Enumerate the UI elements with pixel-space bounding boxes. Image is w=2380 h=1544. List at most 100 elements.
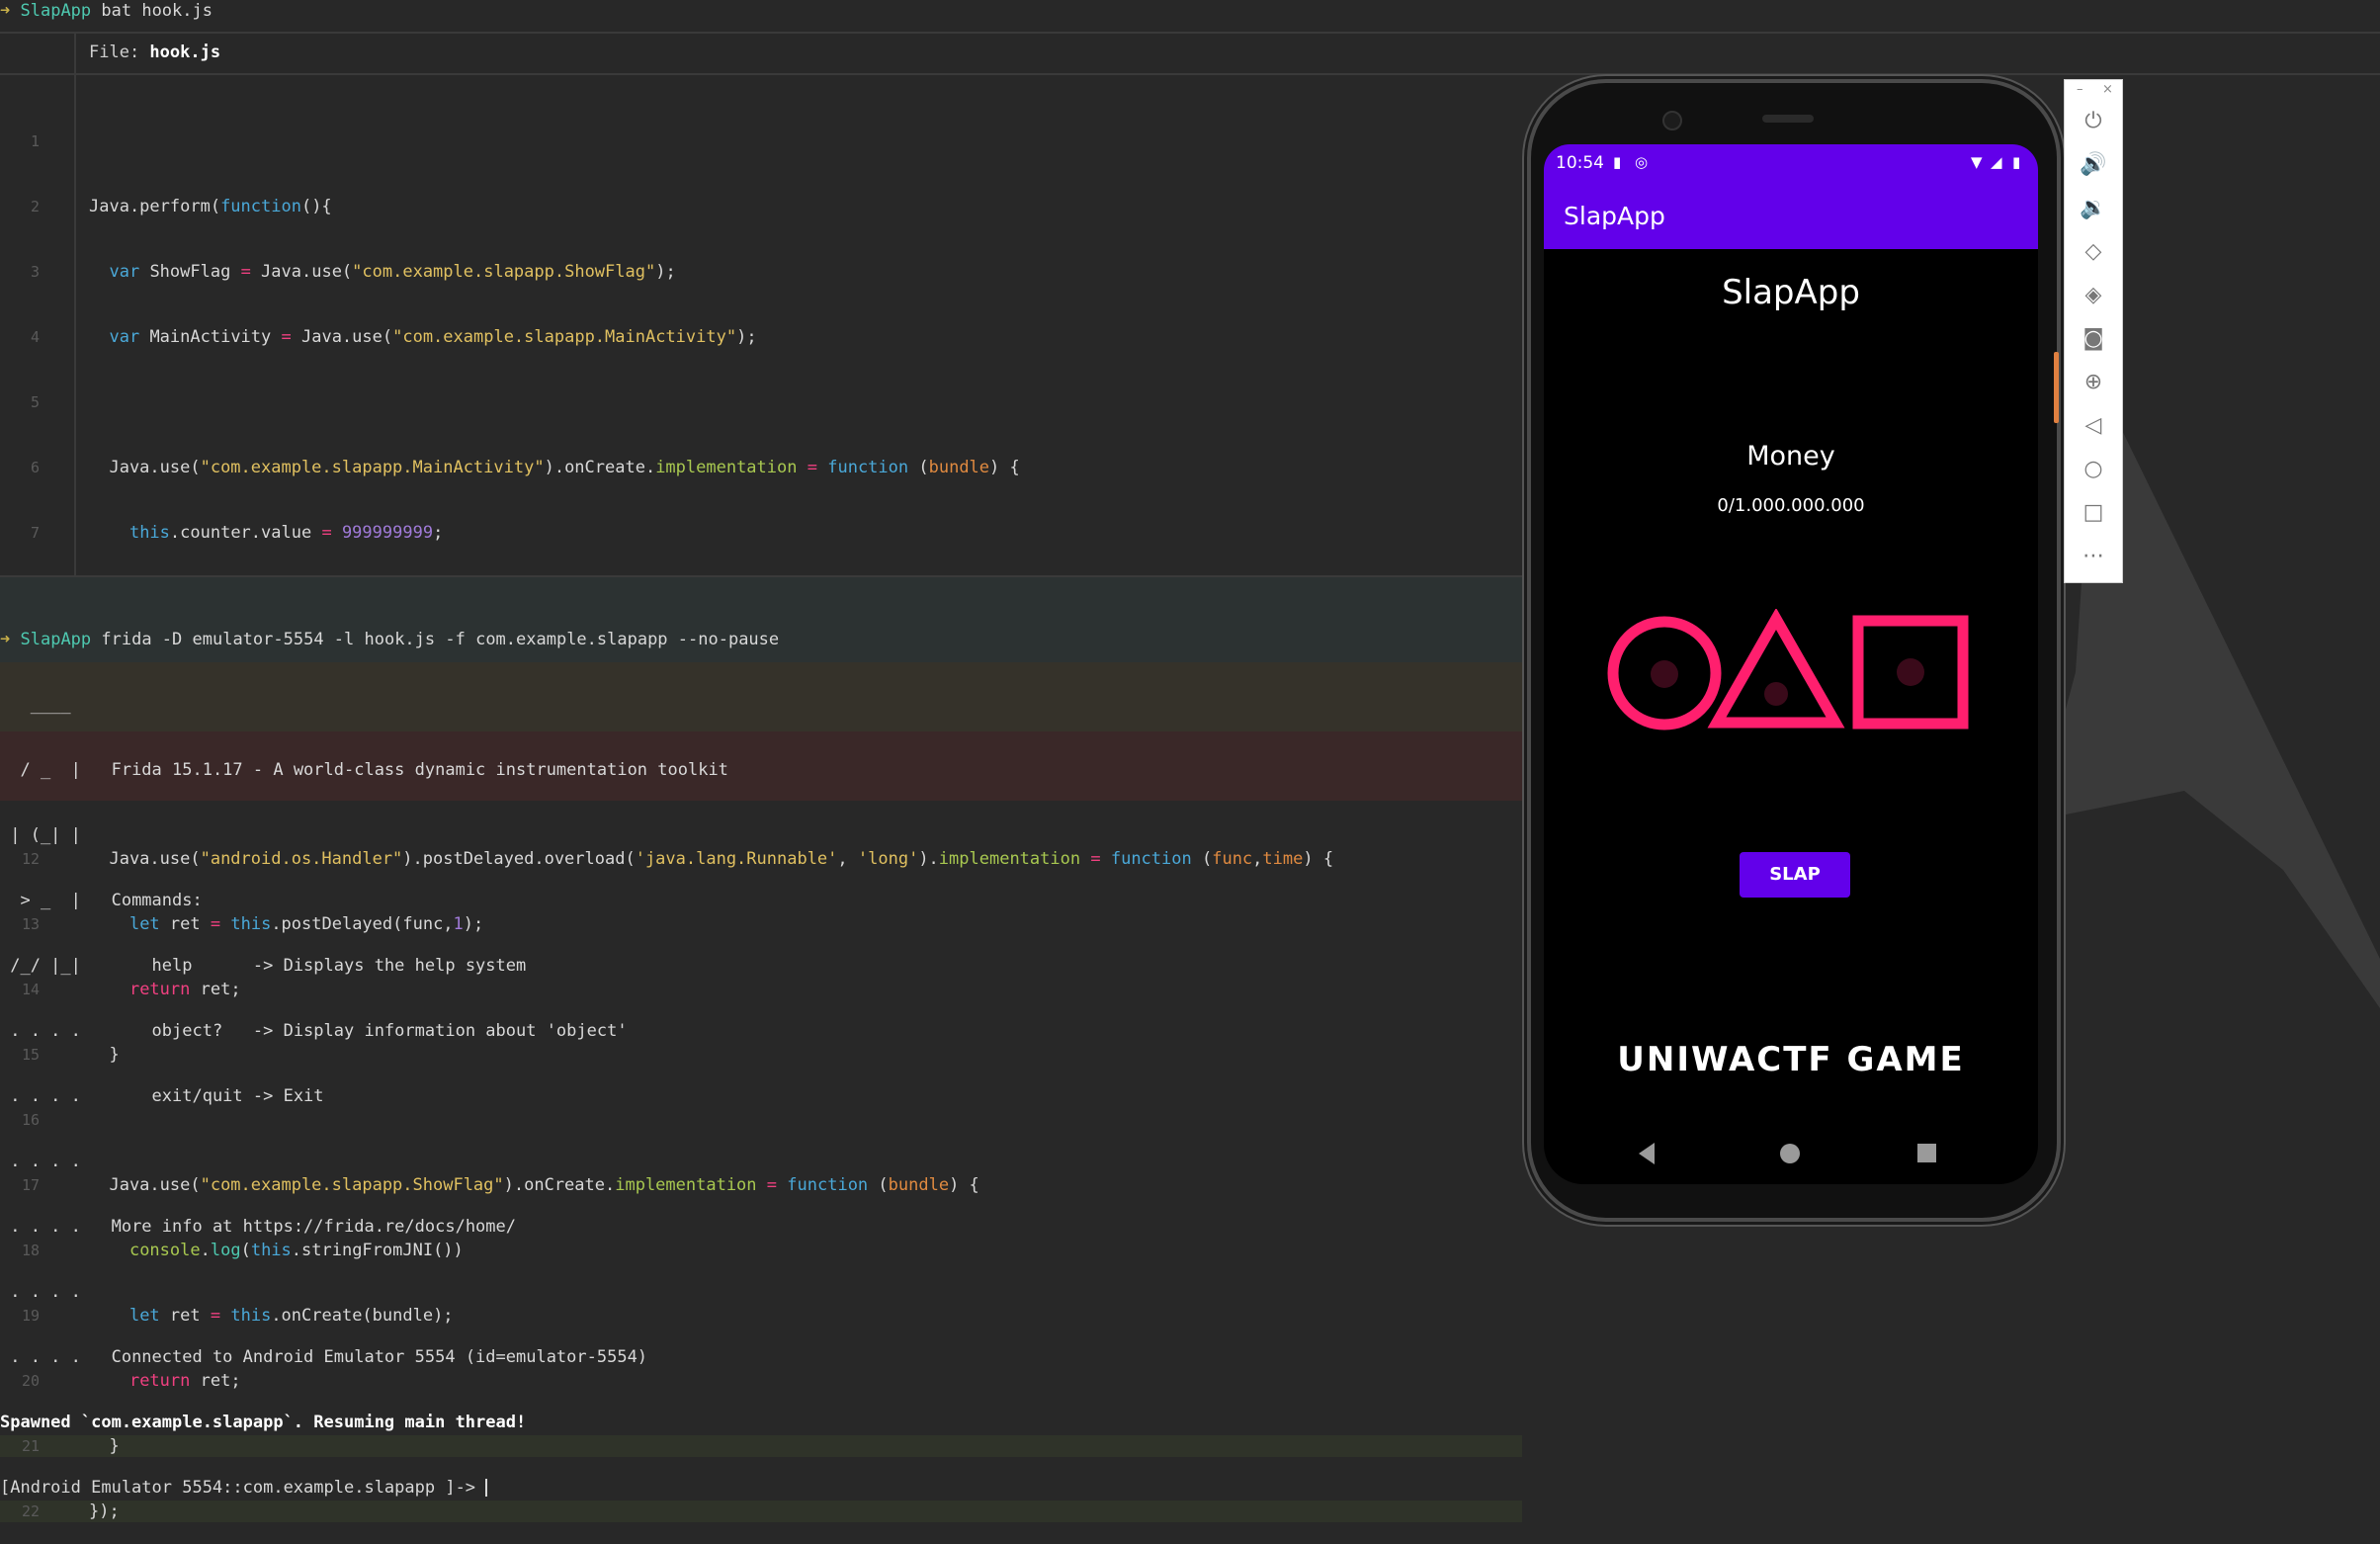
- banner-line: ____: [0, 694, 1522, 716]
- banner-line: . . . .: [0, 1151, 1522, 1172]
- banner-art: > _ |: [0, 891, 81, 910]
- banner-text: exit/quit -> Exit: [80, 1086, 324, 1106]
- code-line: 1: [0, 130, 1522, 152]
- money-value: 0/1.000.000.000: [1717, 495, 1865, 516]
- code-line: 6 Java.use("com.example.slapapp.MainActi…: [0, 457, 1522, 478]
- line-number: 4: [30, 328, 40, 346]
- volume-down-icon[interactable]: 🔉: [2078, 193, 2109, 224]
- banner-art: . . . .: [0, 1282, 81, 1302]
- terminal-prompt-line: ➜ SlapApp bat hook.js: [0, 0, 212, 22]
- rotate-right-icon[interactable]: ◈: [2078, 280, 2109, 311]
- more-icon[interactable]: ⋯: [2078, 541, 2109, 572]
- banner-text: help -> Displays the help system: [80, 956, 527, 976]
- phone-camera: [1662, 111, 1682, 130]
- frida-output: ➜ SlapApp frida -D emulator-5554 -l hook…: [0, 585, 1522, 1520]
- banner-text: More info at https://frida.re/docs/home/: [80, 1217, 516, 1237]
- banner-art: | (_| |: [0, 825, 81, 845]
- banner-line: /_/ |_| help -> Displays the help system: [0, 955, 1522, 977]
- nav-back-icon[interactable]: [1639, 1143, 1655, 1164]
- code-line: 5: [0, 391, 1522, 413]
- emulator-toolbar: – × ⏻ 🔊 🔉 ◇ ◈ ◙ ⊕ ◁ ○ □ ⋯: [2064, 79, 2123, 583]
- banner-art: . . . .: [0, 1152, 81, 1171]
- banner-line: . . . . Connected to Android Emulator 55…: [0, 1346, 1522, 1368]
- banner-text: Connected to Android Emulator 5554 (id=e…: [80, 1347, 648, 1367]
- bat-command: bat hook.js: [91, 1, 212, 21]
- file-header: File: hook.js: [0, 34, 2380, 73]
- banner-line: | (_| |: [0, 824, 1522, 846]
- banner-line: . . . . exit/quit -> Exit: [0, 1085, 1522, 1107]
- triangle-shape: [1707, 609, 1845, 729]
- repl-prompt-line[interactable]: [Android Emulator 5554::com.example.slap…: [0, 1477, 1522, 1499]
- power-icon[interactable]: ⏻: [2078, 106, 2109, 137]
- banner-line: . . . .: [0, 1281, 1522, 1303]
- prompt-app-name: SlapApp: [20, 1, 92, 21]
- money-label: Money: [1746, 441, 1835, 472]
- app-bar-title: SlapApp: [1564, 202, 1665, 230]
- banner-art: . . . .: [0, 1217, 81, 1237]
- banner-line: > _ | Commands:: [0, 890, 1522, 911]
- banner-text: Commands:: [80, 891, 203, 910]
- code-line: 4 var MainActivity = Java.use("com.examp…: [0, 326, 1522, 348]
- banner-line: / _ | Frida 15.1.17 - A world-class dyna…: [0, 759, 1522, 781]
- line-number: 7: [30, 524, 40, 542]
- guard-figure: [1651, 660, 1678, 688]
- screen-title: SlapApp: [1722, 273, 1860, 312]
- sim-icon: ▮: [1613, 153, 1622, 171]
- guard-figure: [1897, 658, 1924, 686]
- nav-overview-icon[interactable]: [1917, 1144, 1936, 1162]
- sync-icon: ◎: [1635, 153, 1649, 171]
- banner-art: /_/ |_|: [0, 956, 81, 976]
- text-cursor: [485, 1479, 488, 1497]
- banner-art: . . . .: [0, 1086, 81, 1106]
- camera-icon[interactable]: ◙: [2078, 323, 2109, 355]
- prompt-arrow: ➜: [0, 630, 11, 649]
- overview-icon[interactable]: □: [2078, 497, 2109, 529]
- line-number: 3: [30, 263, 40, 281]
- battery-icon: ▮: [2012, 153, 2021, 171]
- frida-command: frida -D emulator-5554 -l hook.js -f com…: [91, 630, 780, 649]
- slap-button[interactable]: SLAP: [1740, 852, 1850, 898]
- signal-icon: ◢: [1991, 153, 2002, 171]
- phone-speaker: [1762, 115, 1814, 123]
- phone-side-button: [2054, 352, 2059, 423]
- banner-art: / _ |: [0, 760, 81, 780]
- squid-game-shapes: [1607, 609, 1969, 730]
- banner-art: . . . .: [0, 1021, 81, 1041]
- file-label-text: File:: [89, 43, 150, 62]
- wifi-icon: ▼: [1971, 153, 1983, 171]
- code-line: 3 var ShowFlag = Java.use("com.example.s…: [0, 261, 1522, 283]
- guard-figure: [1764, 682, 1788, 706]
- banner-art: ____: [0, 695, 71, 715]
- file-name: hook.js: [149, 43, 221, 62]
- banner-text: object? -> Display information about 'ob…: [80, 1021, 628, 1041]
- status-bar: 10:54 ▮ ◎ ▼ ◢ ▮: [1544, 144, 2038, 182]
- emulator-screen[interactable]: 10:54 ▮ ◎ ▼ ◢ ▮ SlapApp SlapApp Money 0/…: [1544, 144, 2038, 1184]
- minimize-icon[interactable]: –: [2077, 82, 2083, 97]
- close-icon[interactable]: ×: [2102, 82, 2113, 97]
- android-nav-bar: [1639, 1143, 1936, 1164]
- line-number: 2: [30, 198, 40, 215]
- app-bar: SlapApp: [1544, 182, 2038, 249]
- banner-art: . . . .: [0, 1347, 81, 1367]
- banner-line: . . . . More info at https://frida.re/do…: [0, 1216, 1522, 1238]
- repl-prompt: [Android Emulator 5554::com.example.slap…: [0, 1478, 486, 1498]
- banner-line: . . . . object? -> Display information a…: [0, 1020, 1522, 1042]
- status-time: 10:54: [1556, 153, 1604, 173]
- zoom-icon[interactable]: ⊕: [2078, 367, 2109, 398]
- spawned-line: Spawned `com.example.slapapp`. Resuming …: [0, 1413, 527, 1432]
- home-icon[interactable]: ○: [2078, 454, 2109, 485]
- frida-command-line: ➜ SlapApp frida -D emulator-5554 -l hook…: [0, 629, 1522, 650]
- line-number: 1: [30, 132, 40, 150]
- back-icon[interactable]: ◁: [2078, 410, 2109, 442]
- line-number: 5: [30, 393, 40, 411]
- prompt-arrow: ➜: [0, 1, 11, 21]
- divider: [0, 73, 2380, 75]
- file-label: File: hook.js: [89, 42, 220, 63]
- line-number: 6: [30, 459, 40, 476]
- uniwactf-logo: UNIWACTF GAME: [1617, 1040, 1965, 1079]
- code-line: 7 this.counter.value = 999999999;: [0, 522, 1522, 544]
- nav-home-icon[interactable]: [1780, 1144, 1800, 1163]
- rotate-left-icon[interactable]: ◇: [2078, 236, 2109, 268]
- volume-up-icon[interactable]: 🔊: [2078, 149, 2109, 181]
- code-line: 2 Java.perform(function(){: [0, 196, 1522, 217]
